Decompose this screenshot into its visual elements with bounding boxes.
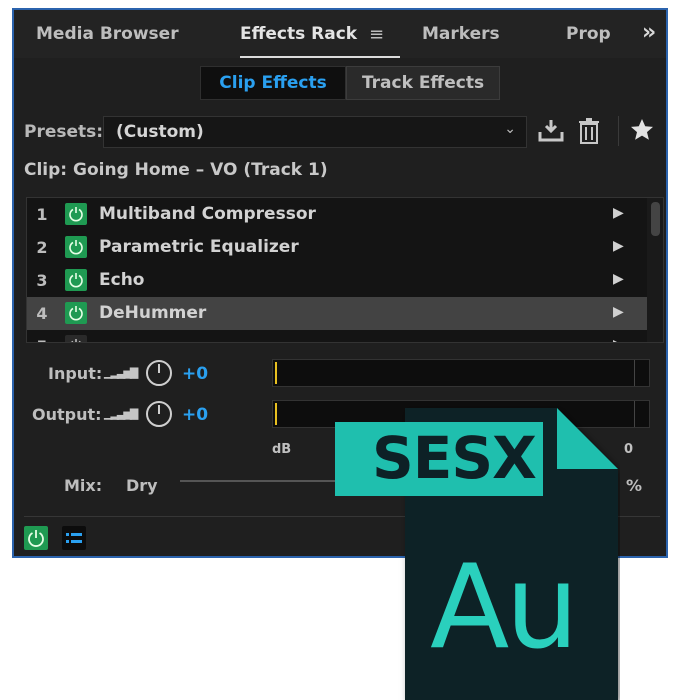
- meter-clip-divider: [634, 401, 635, 427]
- effect-number: 3: [36, 271, 48, 290]
- power-icon[interactable]: [65, 335, 87, 342]
- input-label: Input:: [48, 364, 103, 383]
- download-icon[interactable]: [538, 118, 564, 146]
- au-logo-text: Au: [430, 540, 579, 675]
- panel-tab-bar: Media Browser Effects Rack ≡ Markers Pro…: [14, 10, 666, 58]
- power-icon[interactable]: [65, 236, 87, 258]
- effect-row-selected[interactable]: 4 DeHummer ▶: [27, 297, 647, 330]
- effect-number: 4: [36, 304, 48, 323]
- input-value[interactable]: +0: [182, 364, 208, 384]
- peak-marker: [275, 362, 277, 384]
- power-icon[interactable]: [65, 269, 87, 291]
- mix-dry-label: Dry: [126, 476, 158, 495]
- signal-bars-icon: ▁▂▃▅▇: [104, 407, 138, 420]
- sesx-extension-text: SESX: [372, 424, 537, 492]
- play-arrow-icon[interactable]: ▶: [613, 337, 624, 342]
- power-icon[interactable]: [65, 203, 87, 225]
- effect-name: Echo: [99, 270, 145, 290]
- mix-percent-label: %: [626, 476, 643, 495]
- presets-dropdown[interactable]: (Custom) ⌄: [103, 116, 527, 148]
- output-knob[interactable]: [146, 401, 172, 427]
- clip-effects-toggle[interactable]: Clip Effects: [200, 66, 346, 100]
- effect-name: Parametric Equalizer: [99, 237, 299, 257]
- list-icon[interactable]: [62, 526, 86, 550]
- meter-scale-zero: 0: [624, 442, 634, 457]
- input-meter: [272, 359, 650, 387]
- play-arrow-icon[interactable]: ▶: [613, 238, 624, 254]
- play-arrow-icon[interactable]: ▶: [613, 205, 624, 221]
- effect-row[interactable]: 2 Parametric Equalizer ▶: [27, 231, 647, 264]
- active-tab-underline: [240, 56, 400, 58]
- clip-title: Clip: Going Home – VO (Track 1): [24, 160, 328, 180]
- menu-icon[interactable]: ≡: [369, 24, 384, 45]
- tab-media-browser[interactable]: Media Browser: [36, 24, 179, 44]
- effect-row[interactable]: 5 ▶: [27, 330, 647, 342]
- track-effects-toggle[interactable]: Track Effects: [346, 66, 500, 100]
- effect-row[interactable]: 1 Multiband Compressor ▶: [27, 198, 647, 231]
- input-knob[interactable]: [146, 360, 172, 386]
- mix-label: Mix:: [64, 476, 103, 495]
- effect-row[interactable]: 3 Echo ▶: [27, 264, 647, 297]
- output-label: Output:: [32, 405, 102, 424]
- tab-effects-rack[interactable]: Effects Rack: [240, 24, 357, 44]
- tab-markers[interactable]: Markers: [422, 24, 500, 44]
- effect-number: 2: [36, 238, 48, 257]
- meter-scale-db: dB: [272, 442, 292, 457]
- effect-number: 5: [27, 337, 57, 342]
- star-icon[interactable]: [630, 118, 654, 146]
- play-arrow-icon[interactable]: ▶: [613, 271, 624, 287]
- chevron-down-icon: ⌄: [504, 121, 516, 137]
- toolbar-divider: [618, 116, 619, 146]
- power-icon[interactable]: [24, 526, 48, 550]
- scrollbar-thumb[interactable]: [651, 202, 660, 236]
- peak-marker: [275, 403, 277, 425]
- effect-number: 1: [36, 205, 48, 224]
- trash-icon[interactable]: [578, 118, 600, 148]
- effect-name: DeHummer: [99, 303, 207, 323]
- double-chevron-right-icon[interactable]: »: [642, 20, 656, 45]
- power-icon[interactable]: [65, 302, 87, 324]
- tab-properties[interactable]: Prop: [566, 24, 611, 44]
- effects-list: 1 Multiband Compressor ▶ 2 Parametric Eq…: [26, 197, 664, 343]
- play-arrow-icon[interactable]: ▶: [613, 304, 624, 320]
- signal-bars-icon: ▁▂▃▅▇: [104, 366, 138, 379]
- meter-clip-divider: [634, 360, 635, 386]
- output-value[interactable]: +0: [182, 405, 208, 425]
- presets-label: Presets:: [24, 122, 104, 142]
- effect-name: Multiband Compressor: [99, 204, 316, 224]
- presets-value: (Custom): [116, 122, 204, 142]
